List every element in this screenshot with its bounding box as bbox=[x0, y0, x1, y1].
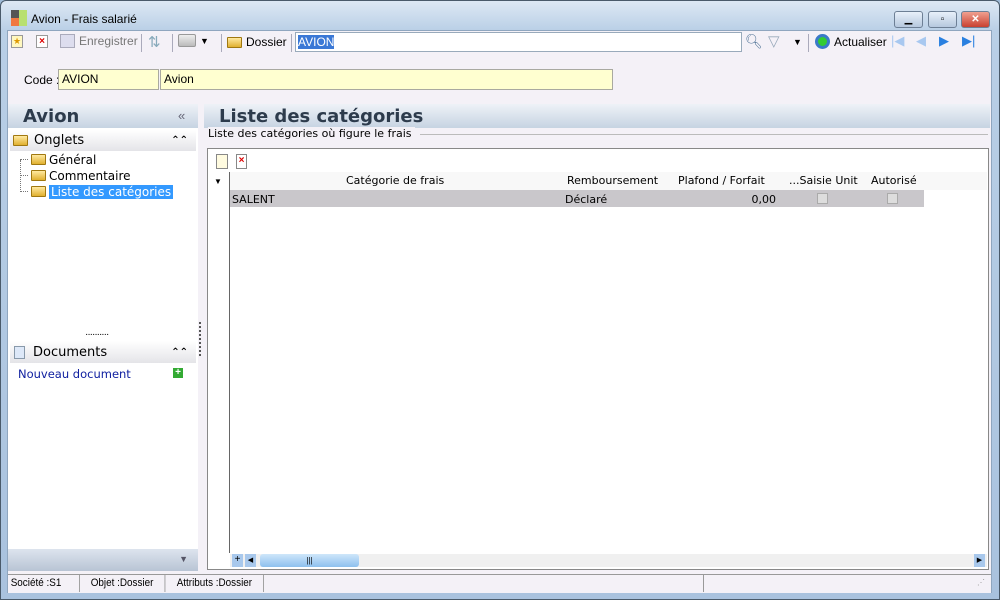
previous-record-button[interactable]: ◀ bbox=[916, 33, 926, 49]
onglets-group-header[interactable]: Onglets ⌃⌃ bbox=[10, 130, 196, 151]
search-input[interactable]: AVION bbox=[295, 32, 742, 52]
app-icon bbox=[11, 10, 27, 26]
dropdown-arrow-icon: ▼ bbox=[793, 37, 802, 47]
scroll-right-button[interactable]: ▶ bbox=[974, 554, 985, 567]
name-input[interactable]: Avion bbox=[160, 69, 613, 90]
new-document-link[interactable]: Nouveau document bbox=[18, 367, 131, 381]
open-folder-icon bbox=[31, 186, 46, 197]
dossier-button[interactable]: Dossier bbox=[227, 35, 287, 49]
document-icon bbox=[14, 345, 25, 359]
resize-grip-icon[interactable]: ⋰ bbox=[977, 578, 985, 587]
column-chooser-icon[interactable]: ▼ bbox=[214, 177, 222, 186]
status-attributs: Attributs :Dossier bbox=[174, 575, 264, 592]
dropdown-arrow-icon: ▼ bbox=[200, 35, 209, 46]
cell-plafond: 0,00 bbox=[751, 193, 777, 206]
autorise-checkbox[interactable] bbox=[887, 193, 898, 204]
code-label: Code : bbox=[24, 73, 60, 87]
column-header-remboursement[interactable]: Remboursement bbox=[567, 174, 658, 187]
tree-item-label: Liste des catégories bbox=[49, 184, 174, 199]
dossier-label: Dossier bbox=[246, 35, 287, 49]
column-header-categorie[interactable]: Catégorie de frais bbox=[346, 174, 444, 187]
status-objet: Objet :Dossier bbox=[88, 575, 166, 592]
status-societe: Société :S1 bbox=[8, 575, 80, 592]
printer-icon bbox=[178, 34, 196, 47]
sidebar-title: Avion bbox=[8, 104, 198, 128]
print-button[interactable]: ▼ bbox=[178, 34, 209, 47]
minimize-button[interactable]: ▁ bbox=[894, 11, 923, 28]
scroll-thumb[interactable]: ||| bbox=[260, 554, 359, 567]
folder-icon bbox=[227, 36, 242, 48]
next-icon: ▶ bbox=[939, 33, 949, 48]
delete-icon: × bbox=[36, 35, 48, 48]
saisie-unit-checkbox[interactable] bbox=[817, 193, 828, 204]
documents-label: Documents bbox=[33, 344, 108, 360]
folder-icon bbox=[13, 135, 28, 146]
cell-categorie: SALENT bbox=[232, 193, 275, 206]
save-icon bbox=[60, 34, 75, 48]
filter-dropdown[interactable]: ▼ bbox=[793, 37, 802, 47]
close-button[interactable]: ✕ bbox=[961, 11, 990, 28]
scroll-add-button[interactable]: + bbox=[232, 554, 243, 567]
maximize-button[interactable]: ▫ bbox=[928, 11, 957, 28]
column-header-saisie-unit[interactable]: ...Saisie Unit bbox=[789, 174, 858, 187]
delete-button[interactable]: × bbox=[36, 35, 48, 48]
sync-icon: ⇅ bbox=[148, 34, 161, 51]
next-record-button[interactable]: ▶ bbox=[939, 33, 949, 49]
code-input[interactable]: AVION bbox=[58, 69, 159, 90]
collapse-icon[interactable]: ⌃⌃ bbox=[171, 135, 188, 146]
tree-item-liste-categories[interactable]: Liste des catégories bbox=[20, 184, 174, 199]
collapse-icon[interactable]: ⌃⌃ bbox=[171, 347, 188, 358]
sidebar-footer: ▼ bbox=[8, 549, 198, 571]
first-icon: |◀ bbox=[891, 33, 905, 48]
group-divider bbox=[420, 134, 988, 135]
tree-item-label: Général bbox=[49, 152, 97, 167]
save-label: Enregistrer bbox=[79, 34, 138, 48]
folder-icon bbox=[31, 170, 46, 181]
tree-item-general[interactable]: Général bbox=[20, 152, 96, 167]
documents-group-header[interactable]: Documents ⌃⌃ bbox=[10, 341, 196, 363]
cell-remboursement: Déclaré bbox=[565, 193, 608, 206]
tree-item-label: Commentaire bbox=[49, 168, 131, 183]
add-document-icon[interactable]: + bbox=[173, 368, 183, 378]
sidebar-resize-handle[interactable] bbox=[199, 322, 201, 356]
refresh-label: Actualiser bbox=[834, 34, 887, 49]
sidebar-menu-arrow-icon[interactable]: ▼ bbox=[179, 554, 188, 564]
new-button[interactable]: ★ bbox=[11, 35, 23, 48]
last-icon: ▶| bbox=[962, 33, 976, 48]
last-record-button[interactable]: ▶| bbox=[962, 33, 975, 49]
page-title: Liste des catégories bbox=[204, 104, 990, 128]
search-icon: 🔍︎ bbox=[745, 33, 763, 49]
filter-button[interactable]: ▽ bbox=[768, 32, 780, 50]
previous-icon: ◀ bbox=[916, 33, 926, 48]
grid bbox=[207, 148, 989, 570]
folder-icon bbox=[31, 154, 46, 165]
collapse-sidebar-button[interactable]: « bbox=[178, 108, 185, 123]
column-header-plafond[interactable]: Plafond / Forfait bbox=[678, 174, 765, 187]
grid-add-row-icon[interactable] bbox=[216, 154, 228, 169]
grid-delete-row-icon[interactable]: × bbox=[236, 154, 247, 169]
search-button[interactable]: 🔍︎ bbox=[745, 33, 763, 50]
row-header-divider bbox=[229, 172, 230, 553]
new-icon: ★ bbox=[11, 35, 23, 48]
search-value: AVION bbox=[298, 35, 335, 49]
column-header-autorise[interactable]: Autorisé bbox=[871, 174, 917, 187]
tree-item-commentaire[interactable]: Commentaire bbox=[20, 168, 131, 183]
filter-icon: ▽ bbox=[768, 33, 780, 50]
refresh-icon bbox=[815, 34, 830, 49]
first-record-button[interactable]: |◀ bbox=[891, 33, 904, 49]
onglets-label: Onglets bbox=[34, 133, 85, 148]
scroll-left-button[interactable]: ◀ bbox=[245, 554, 256, 567]
status-divider bbox=[703, 575, 704, 592]
sync-button[interactable]: ⇅ bbox=[148, 33, 161, 51]
group-label: Liste des catégories où figure le frais bbox=[208, 127, 415, 140]
window-title: Avion - Frais salarié bbox=[31, 12, 137, 26]
refresh-button[interactable]: Actualiser bbox=[815, 34, 887, 49]
save-button[interactable]: Enregistrer bbox=[60, 34, 138, 48]
splitter-handle[interactable]: ·········· bbox=[85, 329, 109, 340]
